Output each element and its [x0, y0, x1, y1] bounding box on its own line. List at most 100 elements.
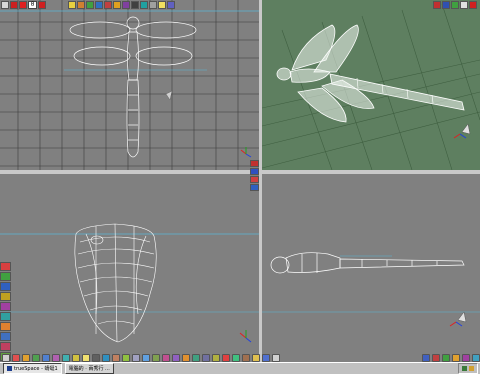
light-gizmo[interactable]: [449, 311, 467, 327]
active-task-button[interactable]: trueSpace - 蜻蜓1: [3, 363, 62, 374]
camera-icon[interactable]: [131, 1, 139, 9]
render-preview-icon[interactable]: [452, 353, 460, 362]
rotate-icon[interactable]: [0, 282, 11, 291]
light-gizmo[interactable]: [165, 90, 173, 101]
close-icon[interactable]: [469, 1, 477, 9]
viewport-divider-vertical[interactable]: [259, 0, 262, 362]
top-tool-strip: [68, 1, 175, 9]
primitive-icon[interactable]: [2, 353, 10, 362]
sphere-icon[interactable]: [12, 353, 20, 362]
side-viewport[interactable]: [262, 174, 480, 362]
light-icon[interactable]: [82, 353, 90, 362]
info-icon[interactable]: [472, 353, 480, 362]
ground-icon[interactable]: [152, 353, 160, 362]
front-view-canvas[interactable]: [0, 174, 259, 362]
box-icon[interactable]: [77, 1, 85, 9]
scale-icon[interactable]: [95, 1, 103, 9]
timeline-icon[interactable]: [442, 353, 450, 362]
top-right-toolbar: [433, 1, 477, 9]
dragonfly-perspective-model[interactable]: [276, 24, 465, 123]
top-left-toolbar: 0: [1, 1, 46, 9]
render-icon[interactable]: [182, 353, 190, 362]
perspective-viewport[interactable]: [262, 0, 480, 170]
stop-icon[interactable]: [38, 1, 46, 9]
script-icon[interactable]: [202, 353, 210, 362]
animation-icon[interactable]: [192, 353, 200, 362]
frame-number-field[interactable]: 0: [28, 1, 37, 9]
top-view-canvas[interactable]: [0, 0, 259, 170]
cylinder-icon[interactable]: [32, 353, 40, 362]
material-icon[interactable]: [122, 1, 130, 9]
cube-icon[interactable]: [22, 353, 30, 362]
settings-icon[interactable]: [433, 1, 441, 9]
front-viewport[interactable]: [0, 174, 259, 362]
volume-icon[interactable]: [469, 366, 474, 371]
help-icon[interactable]: [460, 1, 468, 9]
mode-icon[interactable]: [1, 1, 9, 9]
color-icon[interactable]: [222, 353, 230, 362]
window-icon[interactable]: [442, 1, 450, 9]
path-icon[interactable]: [140, 1, 148, 9]
task-label: 電腦的 · 兩秀行 ...: [68, 366, 110, 372]
lathe-icon[interactable]: [0, 322, 11, 331]
playback-icon[interactable]: [422, 353, 430, 362]
viewport-divider-horizontal[interactable]: [0, 170, 480, 174]
particle-icon[interactable]: [122, 353, 130, 362]
scale-icon[interactable]: [0, 292, 11, 301]
folder-icon[interactable]: [252, 353, 260, 362]
eye-icon[interactable]: [272, 353, 280, 362]
left-tool-strip: [0, 262, 12, 361]
lamp-icon[interactable]: [68, 1, 76, 9]
torus-icon[interactable]: [52, 353, 60, 362]
boolean-icon[interactable]: [0, 312, 11, 321]
record-icon[interactable]: [19, 1, 27, 9]
rotate-icon[interactable]: [104, 1, 112, 9]
top-viewport[interactable]: [0, 0, 259, 170]
grid-icon[interactable]: [149, 1, 157, 9]
sweep-icon[interactable]: [0, 332, 11, 341]
viewport-nav-tools: [250, 160, 259, 191]
perspective-view-canvas[interactable]: [262, 0, 480, 170]
object-icon[interactable]: [167, 1, 175, 9]
sky-icon[interactable]: [142, 353, 150, 362]
skin-icon[interactable]: [0, 342, 11, 351]
bone-icon[interactable]: [112, 353, 120, 362]
palette-icon[interactable]: [232, 353, 240, 362]
texture-icon[interactable]: [172, 353, 180, 362]
zoom-icon[interactable]: [250, 168, 259, 175]
keyframe-icon[interactable]: [432, 353, 440, 362]
fog-icon[interactable]: [132, 353, 140, 362]
material-icon[interactable]: [162, 353, 170, 362]
axis-gizmo: [239, 330, 252, 343]
task-button[interactable]: 電腦的 · 兩秀行 ...: [64, 363, 114, 374]
translate-icon[interactable]: [0, 272, 11, 281]
plane-icon[interactable]: [62, 353, 70, 362]
light-icon[interactable]: [158, 1, 166, 9]
path-icon[interactable]: [102, 353, 110, 362]
camera-icon[interactable]: [92, 353, 100, 362]
dragonfly-top-wireframe[interactable]: [69, 16, 197, 158]
brush-icon[interactable]: [262, 353, 270, 362]
render-icon[interactable]: [113, 1, 121, 9]
pan-icon[interactable]: [250, 176, 259, 183]
cone-icon[interactable]: [42, 353, 50, 362]
grid: [0, 0, 259, 170]
app-logo-icon: [7, 366, 12, 371]
axis-gizmo: [240, 147, 252, 158]
stop-icon[interactable]: [10, 1, 18, 9]
library-icon[interactable]: [242, 353, 250, 362]
move-icon[interactable]: [86, 1, 94, 9]
layout-icon[interactable]: [451, 1, 459, 9]
settings-icon[interactable]: [462, 353, 470, 362]
light-gizmo[interactable]: [453, 123, 471, 139]
side-view-canvas[interactable]: [262, 174, 480, 362]
select-icon[interactable]: [0, 262, 11, 271]
plugin-icon[interactable]: [212, 353, 220, 362]
view-toggle-icon[interactable]: [250, 160, 259, 167]
deform-icon[interactable]: [0, 302, 11, 311]
text-icon[interactable]: [72, 353, 80, 362]
dragonfly-front-wireframe[interactable]: [74, 223, 157, 343]
system-tray: [458, 363, 478, 374]
network-icon[interactable]: [462, 366, 467, 371]
home-view-icon[interactable]: [250, 184, 259, 191]
